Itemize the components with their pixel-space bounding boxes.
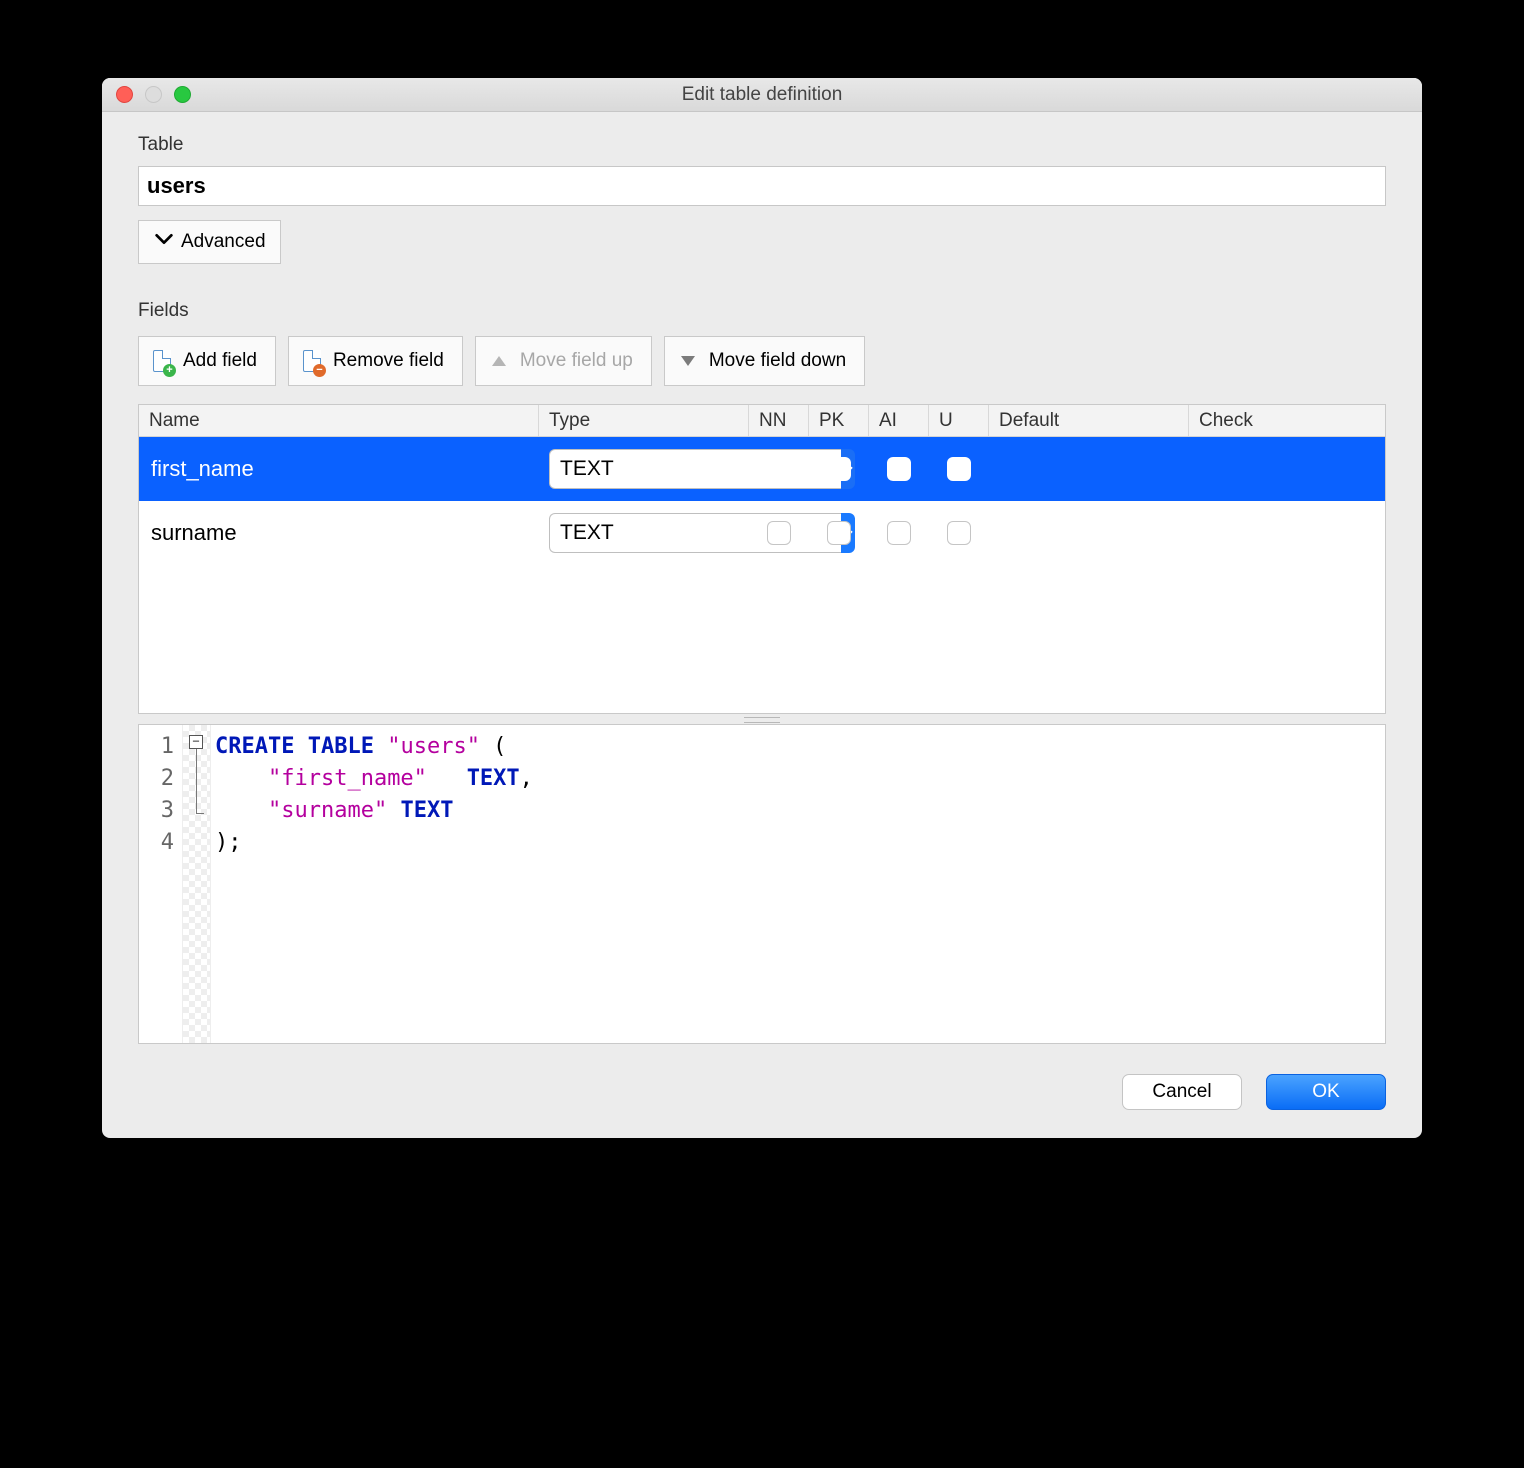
arrow-down-icon xyxy=(677,350,699,372)
grid-header: Name Type NN PK AI U Default Check xyxy=(139,405,1385,437)
line-number: 2 xyxy=(139,763,174,795)
nn-checkbox[interactable] xyxy=(767,521,791,545)
type-select[interactable] xyxy=(549,449,739,489)
pk-checkbox[interactable] xyxy=(827,521,851,545)
ai-checkbox[interactable] xyxy=(887,457,911,481)
field-type-cell xyxy=(539,513,749,553)
dialog-content: Table Advanced Fields + Add field − xyxy=(102,112,1422,1138)
sql-code[interactable]: CREATE TABLE "users" ( "first_name" TEXT… xyxy=(211,725,543,1043)
fields-section: Fields + Add field − Remove field Move xyxy=(138,300,1386,1110)
move-down-label: Move field down xyxy=(709,350,846,372)
add-field-icon: + xyxy=(151,350,173,372)
fold-toggle-icon[interactable]: − xyxy=(189,735,203,749)
col-header-u[interactable]: U xyxy=(929,405,989,436)
advanced-label: Advanced xyxy=(181,231,266,253)
field-name-cell[interactable]: first_name xyxy=(139,456,539,482)
col-header-pk[interactable]: PK xyxy=(809,405,869,436)
col-header-ai[interactable]: AI xyxy=(869,405,929,436)
u-checkbox[interactable] xyxy=(947,457,971,481)
col-header-check[interactable]: Check xyxy=(1189,405,1385,436)
cancel-button[interactable]: Cancel xyxy=(1122,1074,1242,1110)
fields-section-label: Fields xyxy=(138,300,1386,322)
type-select[interactable] xyxy=(549,513,739,553)
fields-grid: Name Type NN PK AI U Default Check first… xyxy=(138,404,1386,714)
field-name-cell[interactable]: surname xyxy=(139,520,539,546)
col-header-name[interactable]: Name xyxy=(139,405,539,436)
titlebar: Edit table definition xyxy=(102,78,1422,112)
line-number: 1 xyxy=(139,731,174,763)
col-header-type[interactable]: Type xyxy=(539,405,749,436)
ai-checkbox[interactable] xyxy=(887,521,911,545)
horizontal-splitter[interactable] xyxy=(138,714,1386,724)
col-header-default[interactable]: Default xyxy=(989,405,1189,436)
col-header-nn[interactable]: NN xyxy=(749,405,809,436)
add-field-button[interactable]: + Add field xyxy=(138,336,276,386)
remove-field-label: Remove field xyxy=(333,350,444,372)
advanced-toggle-button[interactable]: Advanced xyxy=(138,220,281,264)
dialog-footer: Cancel OK xyxy=(138,1074,1386,1110)
u-checkbox[interactable] xyxy=(947,521,971,545)
move-field-down-button[interactable]: Move field down xyxy=(664,336,865,386)
table-name-input[interactable] xyxy=(138,166,1386,206)
chevron-down-icon xyxy=(153,228,175,256)
field-type-cell xyxy=(539,449,749,489)
table-section-label: Table xyxy=(138,134,1386,156)
line-number-gutter: 1 2 3 4 xyxy=(139,725,183,1043)
arrow-up-icon xyxy=(488,350,510,372)
sql-preview[interactable]: 1 2 3 4 − CREATE TABLE "users" ( "first_… xyxy=(138,724,1386,1044)
move-up-label: Move field up xyxy=(520,350,633,372)
fields-toolbar: + Add field − Remove field Move field up xyxy=(138,336,1386,386)
window-title: Edit table definition xyxy=(102,84,1422,106)
line-number: 3 xyxy=(139,795,174,827)
dialog-window: Edit table definition Table Advanced Fie… xyxy=(102,78,1422,1138)
nn-checkbox[interactable] xyxy=(767,457,791,481)
remove-field-icon: − xyxy=(301,350,323,372)
fold-gutter: − xyxy=(183,725,211,1043)
move-field-up-button: Move field up xyxy=(475,336,652,386)
line-number: 4 xyxy=(139,827,174,859)
add-field-label: Add field xyxy=(183,350,257,372)
field-row[interactable]: first_name xyxy=(139,437,1385,501)
field-row[interactable]: surname xyxy=(139,501,1385,565)
remove-field-button[interactable]: − Remove field xyxy=(288,336,463,386)
ok-button[interactable]: OK xyxy=(1266,1074,1386,1110)
grid-body: first_name xyxy=(139,437,1385,713)
pk-checkbox[interactable] xyxy=(827,457,851,481)
